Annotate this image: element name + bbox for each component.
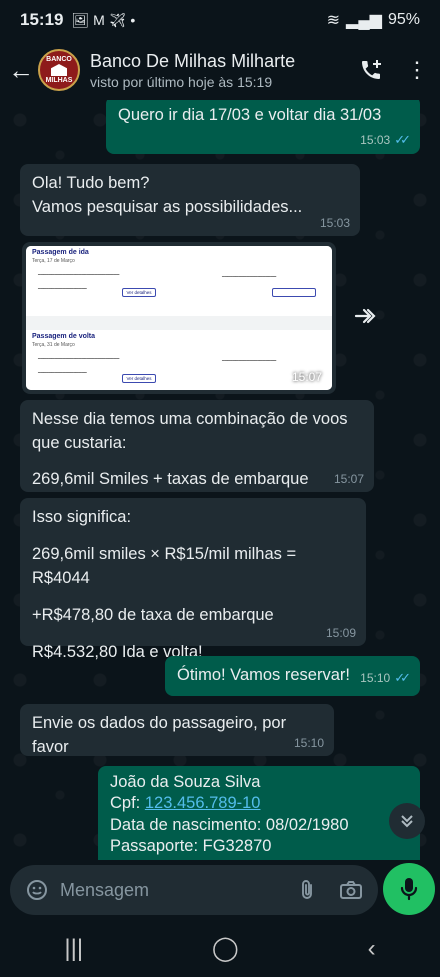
bank-building-icon [51,64,67,76]
message-text: Passaporte: FG32870 [110,837,272,856]
message-text: +R$478,80 de taxa de embarque [32,605,274,624]
message-text: João da Souza Silva [110,773,261,791]
back-arrow-icon[interactable]: ← [4,40,38,100]
message-text: Envie os dados do passageiro, por favor [32,714,287,756]
details-button: Ver detalhes [122,374,156,383]
cpf-link[interactable]: 123.456.789-10 [145,794,261,812]
return-section: Passagem de volta Terça, 31 de Março ━━━… [26,330,332,390]
message-text: Isso significa: [32,508,132,526]
message-text: que custaria: [32,433,127,452]
signal-icon: ▂▄▆ [346,12,382,29]
message-meta: 15:09 [326,625,356,642]
chat-area[interactable]: Quero ir dia 17/03 e voltar dia 31/03 15… [0,100,440,860]
outbound-date: Terça, 17 de Março [32,258,75,264]
price-line: ━━━━━━━━━━━━━━━━━━━━ [222,358,277,363]
message-time: 15:10 [360,670,391,685]
message-meta: 15:03 ✓✓ [360,131,411,150]
message-text: Vamos pesquisar as possibilidades... [32,197,303,216]
price-line: ━━━━━━━━━━━━━━━━━━━━ [222,274,277,279]
chat-name: Banco De Milhas Milharte [90,50,296,71]
chat-header: ← BANCO MILHAS Banco De Milhas Milharte … [0,40,440,100]
message-text: 269,6mil smiles × R$15/mil milhas = R$40… [32,544,297,587]
message-time: 15:07 [291,370,322,384]
chat-title-area[interactable]: Banco De Milhas Milharte visto por últim… [90,51,348,90]
flight-row-line: ━━━━━━━━━━━━━━━━━━ [38,370,87,375]
cpf-label: Cpf: [110,794,145,813]
sticker-icon[interactable] [22,879,52,901]
message-time: 15:09 [325,625,356,640]
message-time: 15:07 [333,471,364,486]
message-incoming[interactable]: Ola! Tudo bem? Vamos pesquisar as possib… [20,164,360,236]
attach-icon[interactable] [292,879,322,901]
message-text: Nesse dia temos uma combinação de voos [32,410,348,428]
status-time: 15:19 [20,10,64,29]
message-text: Ola! Tudo bem? [32,174,150,192]
flight-row-line: ━━━━━━━━━━━━━━━━━━ [38,286,87,291]
outbound-title: Passagem de ida [32,249,89,256]
message-meta: 15:10 ✓✓ [360,669,411,688]
back-nav-icon[interactable]: ‹ [368,935,376,963]
message-input[interactable]: Mensagem [60,880,292,901]
return-title: Passagem de volta [32,333,96,340]
return-date: Terça, 31 de Março [32,342,75,348]
flight-row-line: ━━━━━━━━━━━━━━━━━━━━━━━━━━━━━━ [38,356,120,361]
message-incoming[interactable]: Nesse dia temos uma combinação de voos q… [20,400,374,492]
message-outgoing[interactable]: João da Souza Silva Cpf: 123.456.789-10 … [98,766,420,860]
message-text: 269,6mil Smiles + taxas de embarque [32,469,309,488]
notification-icons: 🖼 M ✈ • [71,11,136,28]
avatar-text-top: BANCO [46,56,72,63]
message-text: Quero ir dia 17/03 e voltar dia 31/03 [118,106,382,124]
details-button: Ver detalhes [122,288,156,297]
message-time: 15:10 [293,735,324,750]
forward-icon[interactable] [350,300,382,332]
add-call-icon[interactable] [348,40,394,100]
message-incoming[interactable]: Envie os dados do passageiro, por favor … [20,704,334,756]
menu-dots-icon[interactable]: ⋮ [394,40,440,100]
flight-screenshot[interactable]: Passagem de ida Terça, 17 de Março ━━━━━… [26,246,332,390]
outbound-section: Passagem de ida Terça, 17 de Março ━━━━━… [26,246,332,316]
message-outgoing[interactable]: Ótimo! Vamos reservar! 15:10 ✓✓ [165,656,420,696]
status-bar: 15:19 🖼 M ✈ • ≋ ▂▄▆ 95% [0,0,440,40]
battery-level: 95% [387,11,420,28]
image-message[interactable]: Passagem de ida Terça, 17 de Março ━━━━━… [22,242,336,394]
message-outgoing[interactable]: Quero ir dia 17/03 e voltar dia 31/03 15… [106,100,420,154]
mic-button[interactable] [383,863,435,915]
home-icon[interactable]: ◯ [212,934,239,963]
camera-icon[interactable] [336,880,366,900]
read-ticks-icon: ✓✓ [394,132,411,148]
last-seen-status: visto por último hoje às 15:19 [90,73,273,90]
read-ticks-icon: ✓✓ [394,670,411,686]
message-incoming[interactable]: Isso significa: 269,6mil smiles × R$15/m… [20,498,366,661]
mic-icon [400,878,418,901]
android-nav-bar: ||| ◯ ‹ [0,920,440,977]
flight-row-line: ━━━━━━━━━━━━━━━━━━━━━━━━━━━━━━ [38,272,120,277]
message-text: Data de nascimento: 08/02/1980 [110,815,349,834]
scroll-down-icon[interactable] [389,803,425,839]
avatar[interactable]: BANCO MILHAS [38,49,80,91]
message-meta: 15:10 [294,735,324,752]
message-meta: 15:07 [334,471,364,488]
composer: Mensagem [0,860,440,920]
message-time: 15:03 [319,215,350,230]
message-input-box[interactable]: Mensagem [10,865,378,915]
recent-apps-icon[interactable]: ||| [64,935,83,963]
select-button [272,288,316,297]
wifi-icon: ≋ [326,12,341,29]
message-time: 15:03 [360,132,391,147]
message-text: Cpf: 123.456.789-10 [110,793,408,814]
avatar-text-bottom: MILHAS [45,77,73,84]
message-meta: 15:03 [320,215,350,232]
